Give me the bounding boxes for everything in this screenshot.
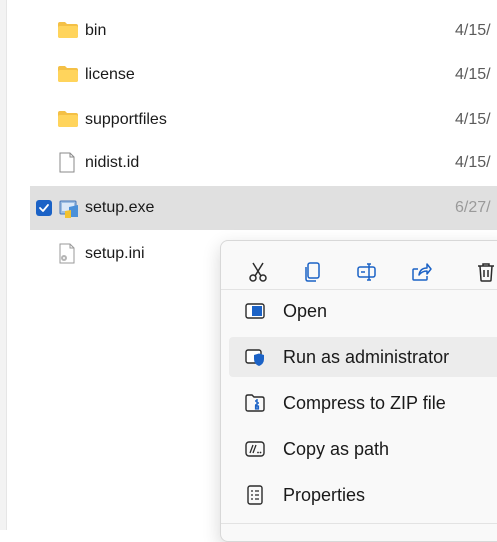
menu-item-compress-zip[interactable]: Compress to ZIP file	[229, 383, 497, 423]
file-name: nidist.id	[85, 154, 140, 171]
shield-icon	[245, 349, 264, 366]
delete-icon	[478, 263, 494, 282]
share-icon	[412, 263, 432, 281]
file-row-nidist-id[interactable]: nidist.id 4/15/	[30, 141, 497, 185]
navigation-pane-edge	[0, 0, 7, 530]
file-name: setup.exe	[85, 199, 155, 216]
folder-icon	[58, 22, 78, 38]
file-name: bin	[85, 22, 107, 39]
copy-icon	[305, 262, 320, 282]
file-date: 4/15/	[455, 111, 491, 128]
cut-icon	[249, 262, 267, 282]
copy-button[interactable]	[298, 257, 328, 287]
file-date: 6/27/	[455, 199, 491, 216]
menu-item-run-as-administrator[interactable]: Run as administrator	[229, 337, 497, 377]
menu-separator	[221, 289, 497, 290]
file-date: 4/15/	[455, 66, 491, 83]
file-name: setup.ini	[85, 245, 145, 262]
context-menu: Open Run as administrator Compress to ZI…	[220, 240, 497, 542]
menu-item-properties[interactable]: Properties	[229, 475, 497, 515]
rename-icon	[357, 263, 376, 281]
file-name: license	[85, 66, 135, 83]
file-row-license[interactable]: license 4/15/	[30, 53, 497, 97]
checkmark-icon	[39, 204, 49, 212]
share-button[interactable]	[406, 257, 436, 287]
document-icon	[59, 152, 75, 173]
file-row-bin[interactable]: bin 4/15/	[30, 9, 497, 53]
selection-checkbox[interactable]	[36, 200, 52, 216]
menu-item-label: Copy as path	[283, 439, 390, 459]
open-icon	[245, 303, 265, 319]
menu-separator	[221, 523, 497, 524]
zip-icon	[245, 394, 265, 412]
cut-button[interactable]	[243, 257, 273, 287]
file-name: supportfiles	[85, 111, 167, 128]
rename-button[interactable]	[352, 257, 382, 287]
menu-item-open[interactable]: Open	[229, 291, 497, 331]
file-row-setup-exe[interactable]: setup.exe 6/27/	[30, 186, 497, 230]
menu-item-label: Run as administrator	[283, 347, 450, 367]
menu-item-label: Compress to ZIP file	[283, 393, 446, 413]
folder-icon	[58, 66, 78, 82]
delete-button[interactable]	[471, 257, 497, 287]
path-icon	[245, 441, 265, 457]
menu-item-label: Open	[283, 301, 328, 321]
menu-item-label: Properties	[283, 485, 366, 505]
properties-icon	[247, 485, 263, 505]
config-file-icon	[59, 243, 75, 264]
file-date: 4/15/	[455, 154, 491, 171]
folder-icon	[58, 111, 78, 127]
file-date: 4/15/	[455, 22, 491, 39]
file-row-supportfiles[interactable]: supportfiles 4/15/	[30, 98, 497, 142]
menu-item-copy-as-path[interactable]: Copy as path	[229, 429, 497, 469]
installer-icon	[59, 200, 78, 218]
